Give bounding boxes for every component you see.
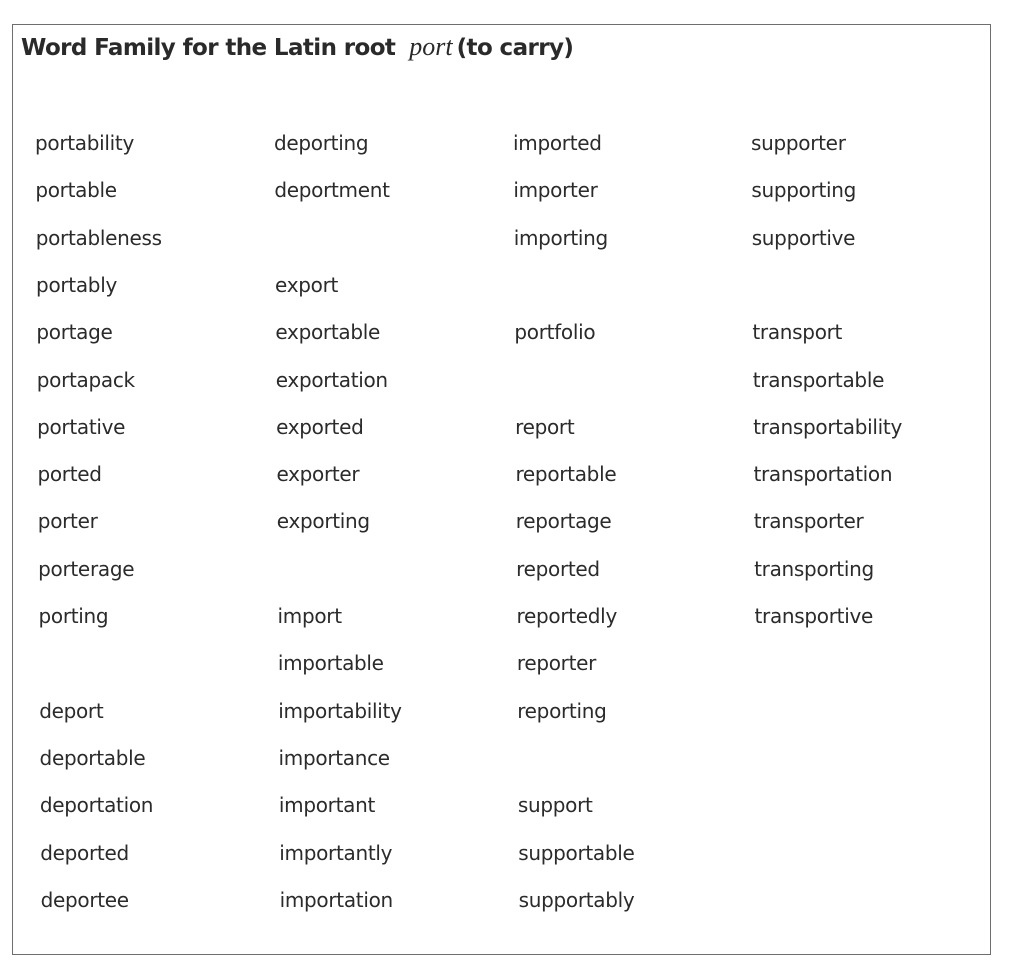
word-item: support <box>517 793 593 818</box>
word-item: porting <box>38 604 109 628</box>
word-item: portably <box>36 272 117 297</box>
word-item: transporter <box>753 509 864 534</box>
word-item: importantly <box>279 840 393 865</box>
word-item: portableness <box>35 225 162 250</box>
word-family-box <box>12 24 991 955</box>
word-item: deportment <box>274 178 390 203</box>
word-item: portability <box>35 131 134 155</box>
word-item: deportation <box>39 793 154 818</box>
word-item: deporting <box>274 131 369 155</box>
word-item: report <box>515 414 575 439</box>
word-item: transportability <box>753 414 903 439</box>
word-item: transportable <box>752 367 885 392</box>
word-item: deportable <box>39 745 146 770</box>
word-item: exportable <box>275 320 380 345</box>
word-item: portfolio <box>514 320 596 345</box>
word-item: deportee <box>40 887 130 912</box>
word-item: transportation <box>753 462 893 487</box>
word-item: portage <box>36 320 113 345</box>
word-item: exportation <box>275 367 388 392</box>
page-title: Word Family for the Latin root port (to ca… <box>21 32 574 62</box>
word-item: ported <box>37 462 102 487</box>
word-item: important <box>278 793 375 818</box>
word-item: supportable <box>518 840 635 865</box>
word-item: importing <box>513 225 609 250</box>
word-item: portapack <box>36 367 135 392</box>
word-item: reporter <box>516 651 597 676</box>
title-gloss: (to carry) <box>456 35 574 61</box>
word-item: importer <box>513 178 598 203</box>
word-item: importability <box>278 698 402 723</box>
word-item: portative <box>37 414 126 439</box>
word-item: portable <box>35 178 117 203</box>
word-item: transportive <box>754 604 874 628</box>
word-item: export <box>275 272 339 297</box>
word-item: supporter <box>751 131 846 155</box>
word-item: importation <box>279 887 394 912</box>
word-item: deport <box>39 698 104 723</box>
word-item: porterage <box>38 556 135 581</box>
word-item: imported <box>513 131 602 155</box>
word-item: transport <box>752 320 843 345</box>
word-item: reportedly <box>516 604 618 628</box>
word-item: supporting <box>751 178 857 203</box>
word-item: exported <box>276 414 364 439</box>
word-item: reporting <box>517 698 607 723</box>
word-item: supportably <box>518 887 635 912</box>
title-prefix: Word Family for the Latin root <box>21 35 396 61</box>
title-root: port <box>409 32 453 61</box>
word-item: importable <box>277 651 384 676</box>
word-item: transporting <box>754 556 874 581</box>
word-item: reportage <box>515 509 612 534</box>
word-item: importance <box>278 745 391 770</box>
word-item: exporter <box>276 462 360 487</box>
word-item: porter <box>37 509 98 534</box>
word-item: exporting <box>276 509 370 534</box>
word-item: import <box>277 604 343 628</box>
word-item: reportable <box>515 462 617 487</box>
word-item: deported <box>40 840 129 865</box>
word-item: supportive <box>751 225 856 250</box>
word-item: reported <box>516 556 600 581</box>
